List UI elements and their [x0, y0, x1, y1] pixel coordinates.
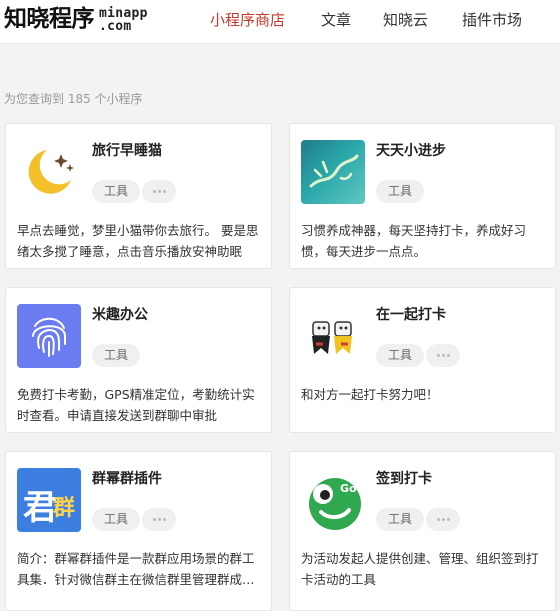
moon-stars-icon	[17, 140, 81, 204]
top-header: 知晓程序 minapp .com 小程序商店 文章 知晓云 插件市场	[0, 0, 560, 44]
category-tag[interactable]: 工具	[376, 344, 424, 367]
app-description: 早点去睡觉，梦里小猫带你去旅行。 要是思绪太多搅了睡意，点击音乐播放安神助眠	[17, 223, 259, 259]
app-name: 旅行早睡猫	[92, 143, 162, 159]
app-card[interactable]: 君 群 群幂群插件 工具 简介：群幂群插件是一款群应用场景的群工具集．针对微信群…	[5, 451, 272, 611]
more-button[interactable]	[426, 344, 460, 367]
app-description: 简介：群幂群插件是一款群应用场景的群工具集．针对微信群主在微信群里管理群成员的需…	[17, 551, 255, 587]
go-frog-icon: Go	[301, 468, 365, 532]
category-tag[interactable]: 工具	[376, 508, 424, 531]
more-button[interactable]	[426, 508, 460, 531]
more-button[interactable]	[142, 508, 176, 531]
fingerprint-icon	[17, 304, 81, 368]
couple-icon	[301, 304, 365, 368]
nav-item-store[interactable]: 小程序商店	[210, 11, 285, 29]
app-card[interactable]: Go 签到打卡 工具 为活动发起人提供创建、管理、组织签到打卡活动的工具	[289, 451, 556, 611]
app-name: 天天小进步	[376, 143, 446, 159]
nav-item-cloud[interactable]: 知晓云	[383, 11, 428, 29]
calligraphy-icon	[301, 140, 365, 204]
category-tag[interactable]: 工具	[92, 508, 140, 531]
app-card[interactable]: 天天小进步 工具 习惯养成神器，每天坚持打卡，养成好习惯，每天进步一点点。	[289, 123, 556, 269]
logo-chinese: 知晓程序	[4, 6, 95, 32]
category-tag[interactable]: 工具	[376, 180, 424, 203]
qunmi-logo-side: 群	[53, 496, 76, 521]
more-button[interactable]	[142, 180, 176, 203]
site-logo[interactable]: 知晓程序 minapp .com	[4, 4, 148, 34]
nav-item-articles[interactable]: 文章	[321, 11, 351, 29]
nav-item-plugins[interactable]: 插件市场	[462, 11, 522, 29]
app-name: 在一起打卡	[376, 307, 446, 323]
app-card[interactable]: 旅行早睡猫 工具 早点去睡觉，梦里小猫带你去旅行。 要是思绪太多搅了睡意，点击音…	[5, 123, 272, 269]
app-description: 和对方一起打卡努力吧！	[301, 387, 439, 402]
go-label: Go	[340, 482, 357, 495]
logo-english-line2: .com	[99, 19, 132, 34]
logo-english: minapp .com	[99, 4, 148, 33]
qunmi-logo-main: 君	[23, 488, 57, 528]
app-description: 习惯养成神器，每天坚持打卡，养成好习惯，每天进步一点点。	[301, 223, 527, 259]
app-name: 群幂群插件	[92, 471, 162, 487]
app-description: 为活动发起人提供创建、管理、组织签到打卡活动的工具	[301, 551, 539, 587]
app-card[interactable]: 米趣办公 工具 免费打卡考勤，GPS精准定位，考勤统计实时查看。申请直接发送到群…	[5, 287, 272, 433]
app-card[interactable]: 在一起打卡 工具 和对方一起打卡努力吧！	[289, 287, 556, 433]
category-tag[interactable]: 工具	[92, 180, 140, 203]
result-count: 为您查询到 185 个小程序	[4, 92, 143, 106]
app-name: 米趣办公	[92, 307, 148, 323]
qunmi-logo-icon: 君 群	[17, 468, 81, 532]
app-description: 免费打卡考勤，GPS精准定位，考勤统计实时查看。申请直接发送到群聊中审批	[17, 387, 255, 423]
app-name: 签到打卡	[376, 471, 432, 487]
category-tag[interactable]: 工具	[92, 344, 140, 367]
